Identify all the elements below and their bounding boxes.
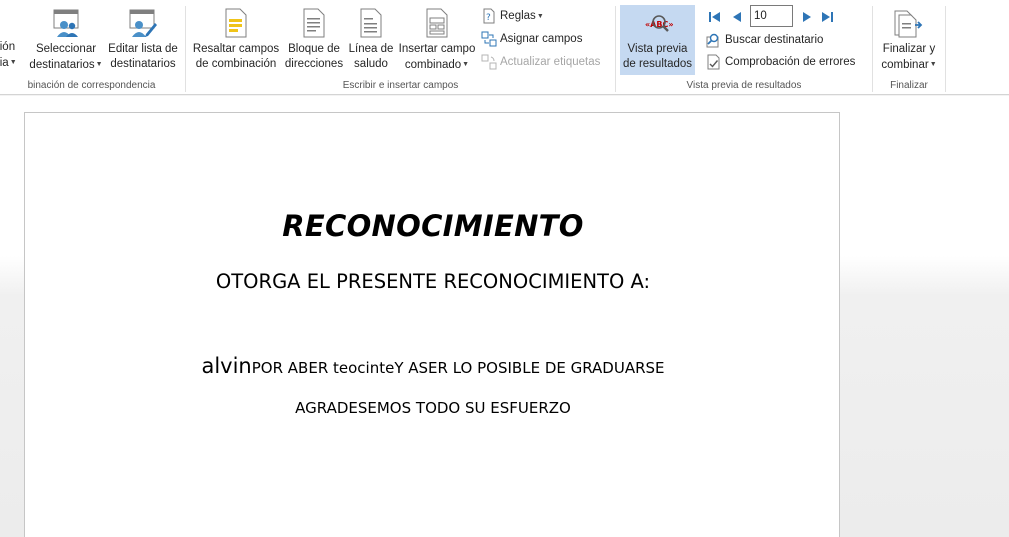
address-block-icon <box>297 6 331 40</box>
preview-results-button[interactable]: «ABC» Vista previa de resultados <box>620 6 695 76</box>
address-block-label-2: direcciones <box>284 58 344 70</box>
select-recipients-button[interactable]: Seleccionar destinatarios▼ <box>27 6 105 76</box>
highlight-fields-icon <box>219 6 253 40</box>
greeting-line-icon <box>354 6 388 40</box>
chevron-down-icon: ▼ <box>462 61 470 68</box>
update-labels-button[interactable]: Actualizar etiquetas <box>481 52 600 72</box>
select-recipients-icon <box>49 6 83 40</box>
document-subtitle: OTORGA EL PRESENTE RECONOCIMIENTO A: <box>215 270 651 293</box>
chevron-down-icon: ▼ <box>929 61 937 68</box>
preview-results-label-2: de resultados <box>622 58 693 70</box>
update-labels-label: Actualizar etiquetas <box>500 56 601 68</box>
match-fields-icon <box>481 31 497 47</box>
edit-recipient-list-label-2: destinatarios <box>110 58 176 70</box>
start-mail-merge-label: ción <box>0 41 16 53</box>
match-fields-label: Asignar campos <box>500 33 583 45</box>
check-errors-label: Comprobación de errores <box>725 56 856 68</box>
insert-merge-field-button[interactable]: Insertar campo combinado▼ <box>396 6 478 76</box>
insert-merge-field-icon <box>420 6 454 40</box>
check-errors-button[interactable]: Comprobación de errores <box>706 52 855 72</box>
preview-results-icon: «ABC» <box>641 6 675 40</box>
svg-text:?: ? <box>486 13 491 23</box>
body-text-part2: Y ASER LO POSIBLE DE GRADUARSE <box>394 359 665 377</box>
insert-merge-field-label: Insertar campo <box>398 43 476 55</box>
group-separator <box>945 6 946 92</box>
find-recipient-button[interactable]: Buscar destinatario <box>706 30 823 50</box>
finish-merge-button[interactable]: Finalizar y combinar▼ <box>876 6 942 76</box>
find-recipient-label: Buscar destinatario <box>725 34 824 46</box>
document-body-line: alvinPOR ABER teocinteY ASER LO POSIBLE … <box>25 354 841 378</box>
start-mail-merge-button[interactable]: ción cia▼ <box>0 40 22 76</box>
group-separator <box>615 6 616 92</box>
document-area: RECONOCIMIENTO OTORGA EL PRESENTE RECONO… <box>0 96 1009 537</box>
greeting-line-label-2: saludo <box>354 58 388 70</box>
first-record-icon[interactable] <box>707 9 723 25</box>
document-page[interactable]: RECONOCIMIENTO OTORGA EL PRESENTE RECONO… <box>24 112 840 537</box>
document-title: RECONOCIMIENTO <box>282 209 584 243</box>
ribbon: ción cia▼ Seleccionar destinatarios▼ <box>0 0 1009 95</box>
finish-merge-icon <box>892 6 926 40</box>
highlight-fields-label-2: de combinación <box>195 58 277 70</box>
select-recipients-label-2: destinatarios <box>29 59 95 71</box>
insert-merge-field-label-2: combinado <box>404 59 462 71</box>
group-separator <box>185 6 186 92</box>
last-record-icon[interactable] <box>820 9 836 25</box>
edit-recipient-list-icon <box>126 6 160 40</box>
address-block-label: Bloque de <box>288 43 340 55</box>
group-label-finish: Finalizar <box>890 80 928 91</box>
next-record-icon[interactable] <box>799 9 815 25</box>
body-text-part1: POR ABER teocinte <box>251 359 395 377</box>
select-recipients-label: Seleccionar <box>35 43 97 55</box>
check-errors-icon <box>706 54 722 70</box>
group-separator <box>872 6 873 92</box>
rules-button[interactable]: ? Reglas ▼ <box>481 6 544 26</box>
record-number-input[interactable] <box>750 5 793 27</box>
rules-icon: ? <box>481 8 497 24</box>
group-label-write-insert: Escribir e insertar campos <box>342 80 459 91</box>
highlight-merge-fields-button[interactable]: Resaltar campos de combinación <box>191 6 281 76</box>
group-label-start: binación de correspondencia <box>27 80 156 91</box>
edit-recipient-list-label: Editar lista de <box>108 43 178 55</box>
greeting-line-label: Línea de <box>348 43 394 55</box>
find-recipient-icon <box>706 32 722 48</box>
group-label-preview: Vista previa de resultados <box>686 80 802 91</box>
chevron-down-icon: ▼ <box>9 59 17 66</box>
greeting-line-button[interactable]: Línea de saludo <box>347 6 395 76</box>
highlight-fields-label: Resaltar campos <box>192 43 280 55</box>
finish-merge-label: Finalizar y <box>882 43 936 55</box>
previous-record-icon[interactable] <box>729 9 745 25</box>
chevron-down-icon: ▼ <box>536 12 544 20</box>
document-thanks: AGRADESEMOS TODO SU ESFUERZO <box>295 399 571 417</box>
start-mail-merge-label-2: cia <box>0 57 9 69</box>
match-fields-button[interactable]: Asignar campos <box>481 29 582 49</box>
merge-field-name: alvin <box>201 354 252 378</box>
update-labels-icon <box>481 54 497 70</box>
finish-merge-label-2: combinar <box>881 59 929 71</box>
chevron-down-icon: ▼ <box>95 61 103 68</box>
rules-label: Reglas <box>500 10 536 22</box>
address-block-button[interactable]: Bloque de direcciones <box>283 6 345 76</box>
preview-results-label: Vista previa <box>627 43 688 55</box>
edit-recipient-list-button[interactable]: Editar lista de destinatarios <box>107 6 179 76</box>
